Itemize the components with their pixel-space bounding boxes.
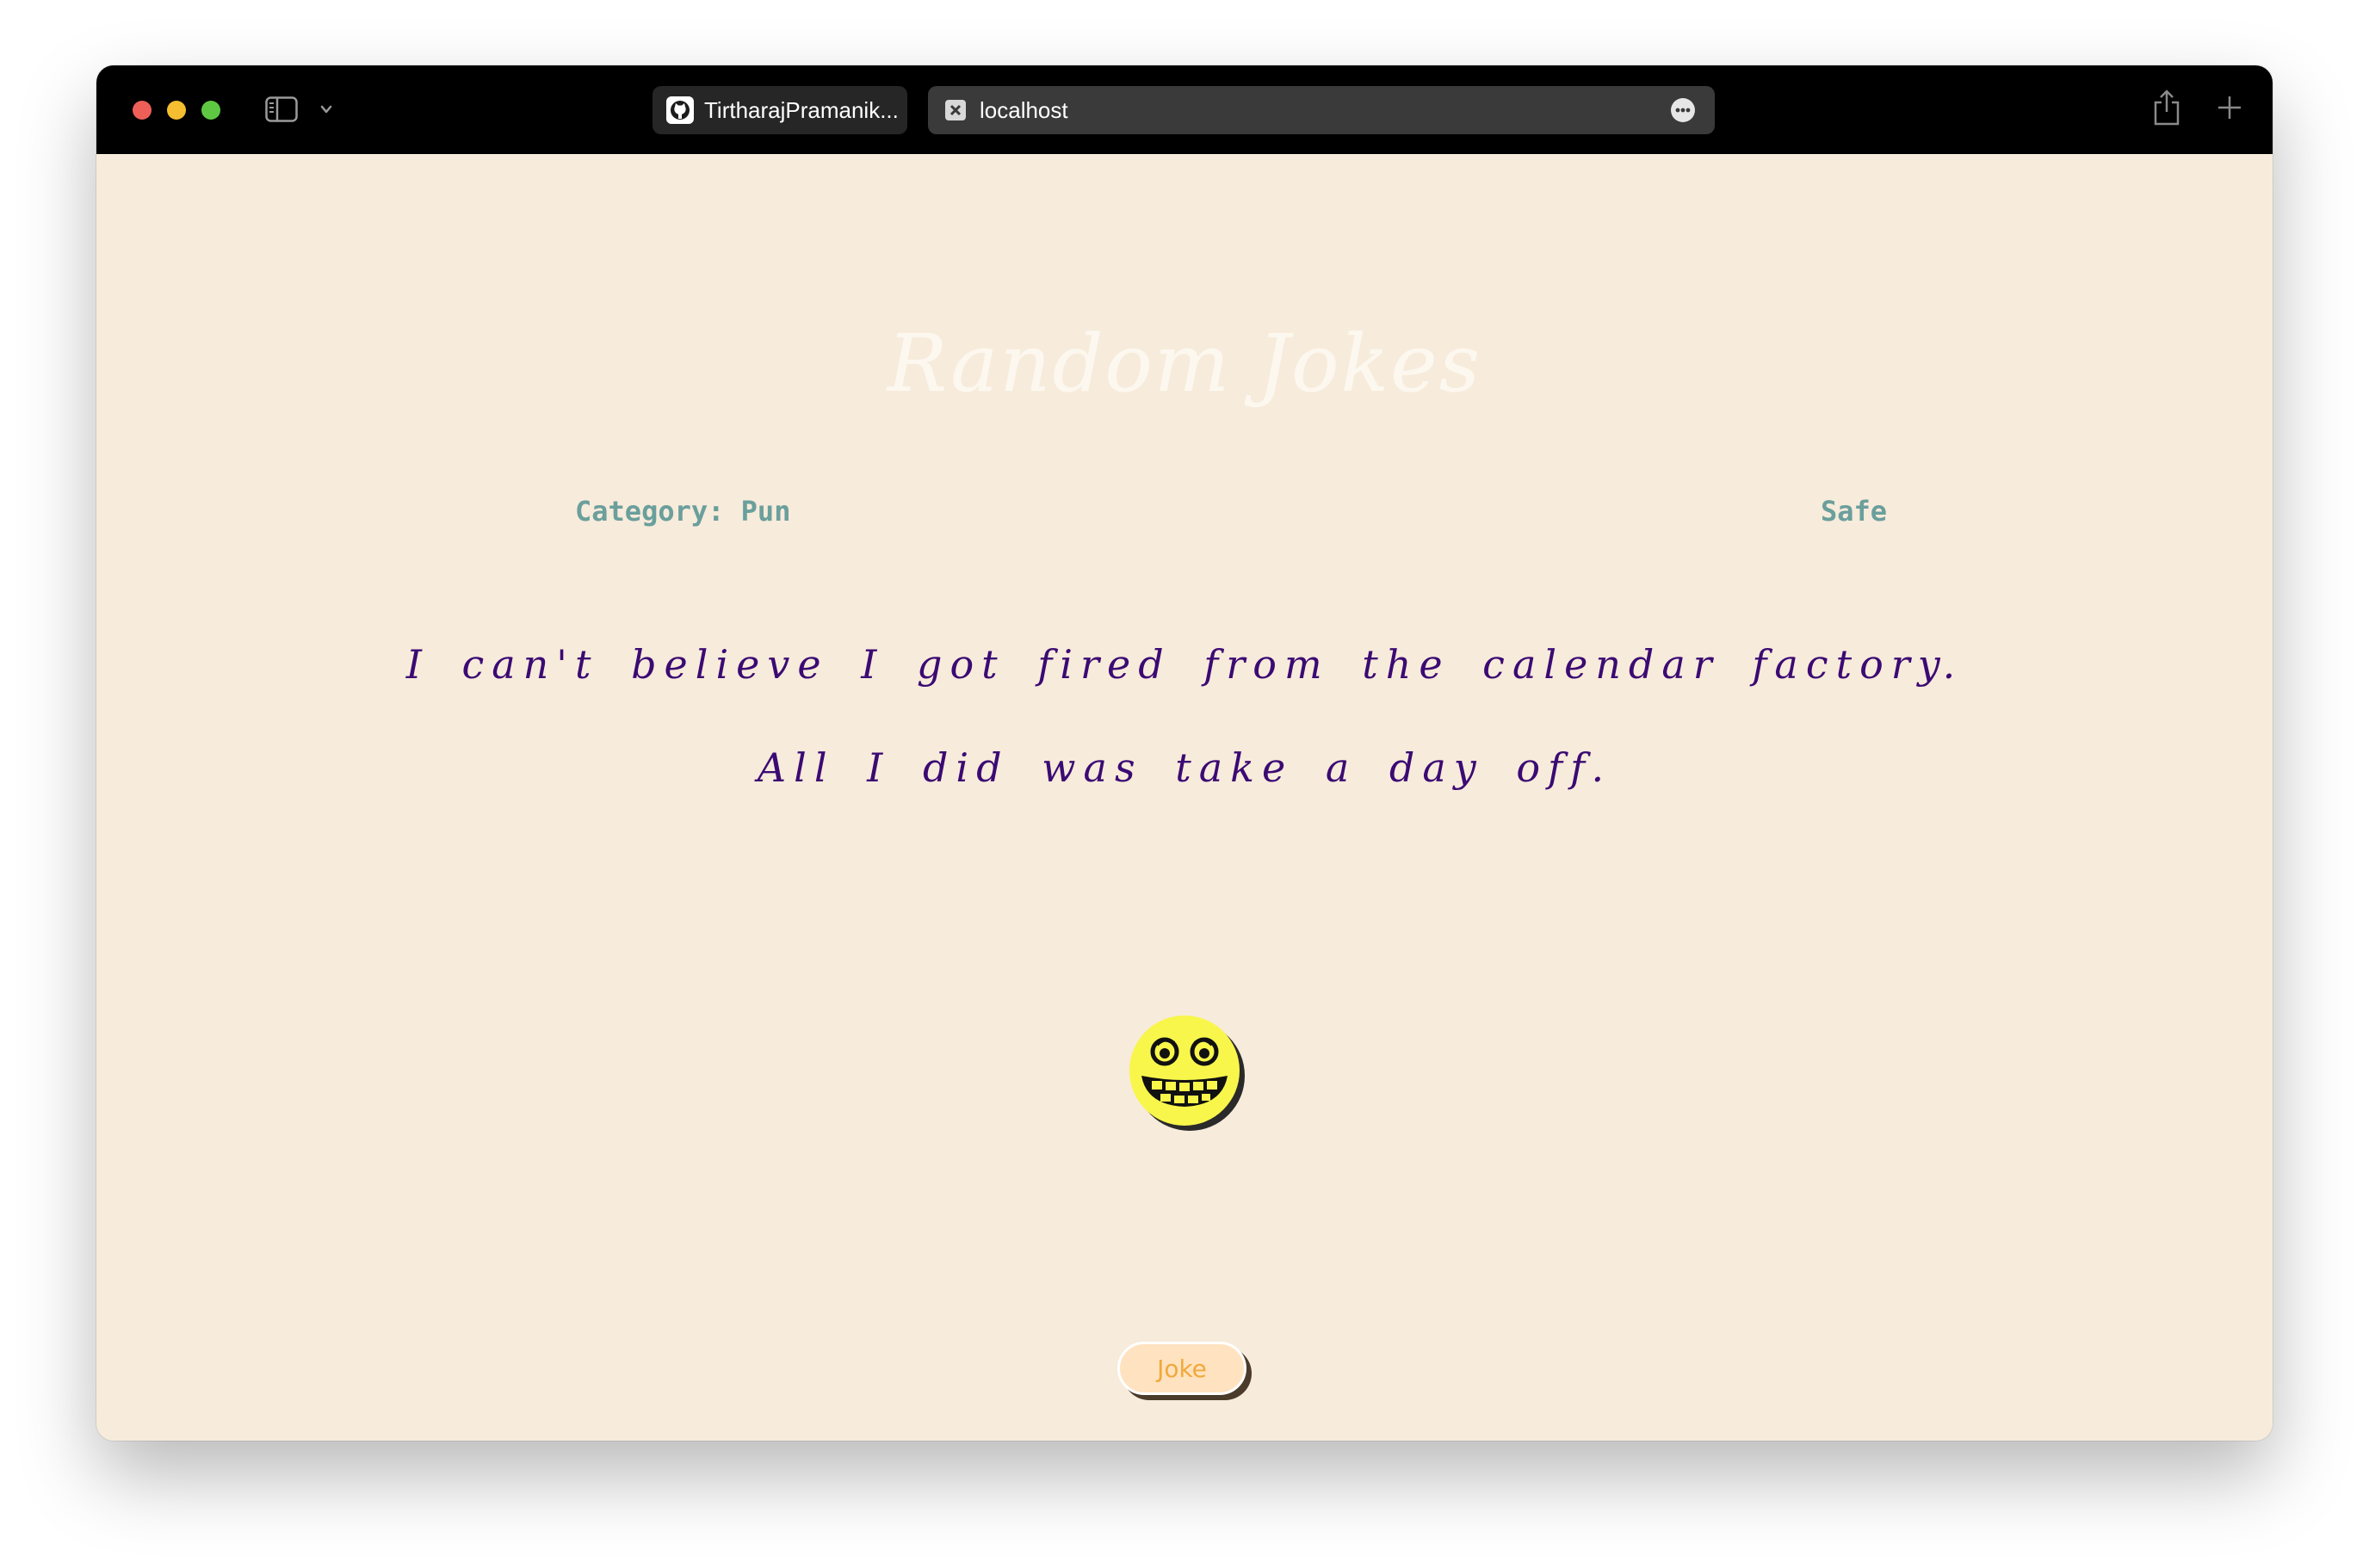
zoom-window-button[interactable] — [201, 101, 220, 120]
joke-category: Category: Pun — [575, 495, 791, 528]
grinning-face-icon — [1126, 1012, 1246, 1133]
page-title: Random Jokes — [888, 318, 1481, 410]
joke-setup: I can't believe I got fired from the cal… — [405, 641, 1964, 688]
minimize-window-button[interactable] — [167, 101, 186, 120]
share-icon[interactable] — [2152, 88, 2181, 127]
tab-github-label: TirtharajPramanik... — [704, 96, 899, 123]
tab-localhost-label: localhost — [980, 96, 1068, 123]
safety-badge: Safe — [1820, 495, 1887, 528]
new-tab-icon[interactable] — [2216, 94, 2243, 121]
tab-localhost[interactable]: localhost — [928, 86, 1715, 134]
close-tab-icon[interactable] — [942, 96, 969, 124]
joke-button[interactable]: Joke — [1117, 1342, 1246, 1395]
tab-github[interactable]: TirtharajPramanik... — [653, 86, 907, 134]
joke-delivery: All I did was take a day off. — [757, 744, 1612, 791]
close-window-button[interactable] — [133, 101, 152, 120]
browser-window: TirtharajPramanik... localhost Random Jo… — [96, 65, 2273, 1441]
sidebar-toggle-icon[interactable] — [265, 96, 298, 122]
more-options-icon[interactable] — [1670, 97, 1696, 123]
chevron-down-icon[interactable] — [319, 102, 334, 117]
browser-titlebar: TirtharajPramanik... localhost — [96, 65, 2273, 154]
page-content: Random Jokes Category: Pun Safe I can't … — [96, 154, 2273, 1441]
github-icon — [666, 96, 694, 124]
